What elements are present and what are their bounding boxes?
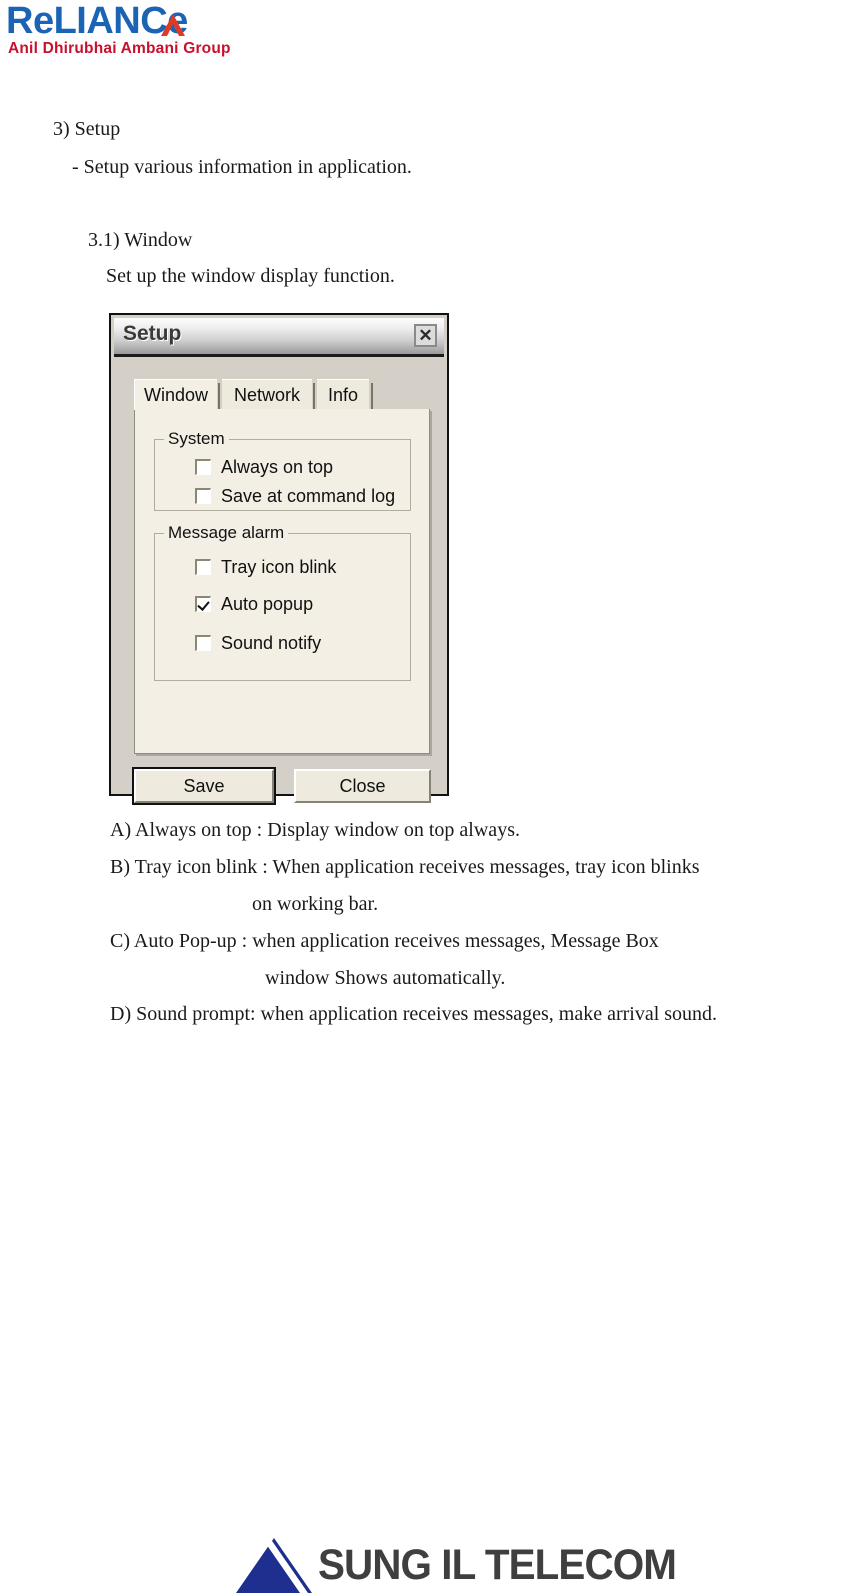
sungil-telecom-logo: SUNG IL TELECOM: [236, 1534, 677, 1594]
group-message-alarm: Message alarm Tray icon blink Auto popup…: [154, 523, 411, 681]
setup-dialog: Setup ✕ Window Network Info System Alway…: [109, 313, 449, 805]
checkbox-row-tray-icon-blink[interactable]: Tray icon blink: [195, 555, 336, 579]
sungil-telecom-wordmark: SUNG IL TELECOM: [318, 1541, 677, 1589]
checkbox-label-save-at-command-log: Save at command log: [221, 486, 396, 506]
close-button[interactable]: Close: [294, 769, 431, 803]
checkbox-label-always-on-top: Always on top: [221, 457, 334, 477]
checkbox-label-sound-notify: Sound notify: [221, 633, 322, 653]
checkbox-tray-icon-blink[interactable]: [195, 559, 211, 575]
tab-info[interactable]: Info: [317, 379, 369, 410]
description-b-line2: on working bar.: [252, 893, 379, 915]
tab-separator: [371, 383, 373, 409]
checkbox-row-always-on-top[interactable]: Always on top: [195, 455, 333, 479]
checkbox-always-on-top[interactable]: [195, 459, 211, 475]
description-c-line1: C) Auto Pop-up : when application receiv…: [110, 930, 659, 952]
dialog-body: Window Network Info System Always on top…: [114, 357, 444, 805]
sungil-triangle-icon: [236, 1538, 312, 1593]
heading-section-3-description: - Setup various information in applicati…: [72, 156, 412, 178]
checkbox-sound-notify[interactable]: [195, 635, 211, 651]
tab-panel-window: System Always on top Save at command log…: [134, 409, 430, 754]
description-a: A) Always on top : Display window on top…: [110, 819, 520, 841]
checkbox-row-sound-notify[interactable]: Sound notify: [195, 631, 321, 655]
tab-strip: Window Network Info: [134, 379, 430, 410]
group-system-label: System: [164, 429, 229, 449]
reliance-logo: ReLIANCe Anil Dhirubhai Ambani Group: [6, 2, 311, 58]
close-icon[interactable]: ✕: [414, 324, 437, 347]
description-c-line2: window Shows automatically.: [265, 967, 506, 989]
description-d: D) Sound prompt: when application receiv…: [110, 1003, 718, 1025]
save-button[interactable]: Save: [132, 767, 276, 805]
tab-separator: [218, 383, 220, 409]
reliance-chevron-icon: [161, 14, 185, 36]
checkbox-row-save-at-command-log[interactable]: Save at command log: [195, 484, 395, 508]
tab-network[interactable]: Network: [222, 379, 312, 410]
tab-window[interactable]: Window: [134, 379, 217, 410]
checkbox-auto-popup[interactable]: [195, 596, 211, 612]
checkbox-label-tray-icon-blink: Tray icon blink: [221, 557, 337, 577]
tab-separator: [313, 383, 315, 409]
heading-section-3: 3) Setup: [53, 118, 121, 140]
description-b-line1: B) Tray icon blink : When application re…: [110, 856, 700, 878]
reliance-tagline: Anil Dhirubhai Ambani Group: [8, 40, 231, 57]
checkbox-save-at-command-log[interactable]: [195, 488, 211, 504]
heading-section-3-1-description: Set up the window display function.: [106, 265, 395, 287]
group-message-alarm-label: Message alarm: [164, 523, 289, 543]
heading-section-3-1: 3.1) Window: [88, 229, 193, 251]
group-system: System Always on top Save at command log: [154, 429, 411, 511]
checkbox-label-auto-popup: Auto popup: [221, 594, 314, 614]
checkbox-row-auto-popup[interactable]: Auto popup: [195, 592, 313, 616]
dialog-titlebar: Setup ✕: [114, 318, 444, 357]
dialog-title: Setup: [123, 322, 182, 345]
